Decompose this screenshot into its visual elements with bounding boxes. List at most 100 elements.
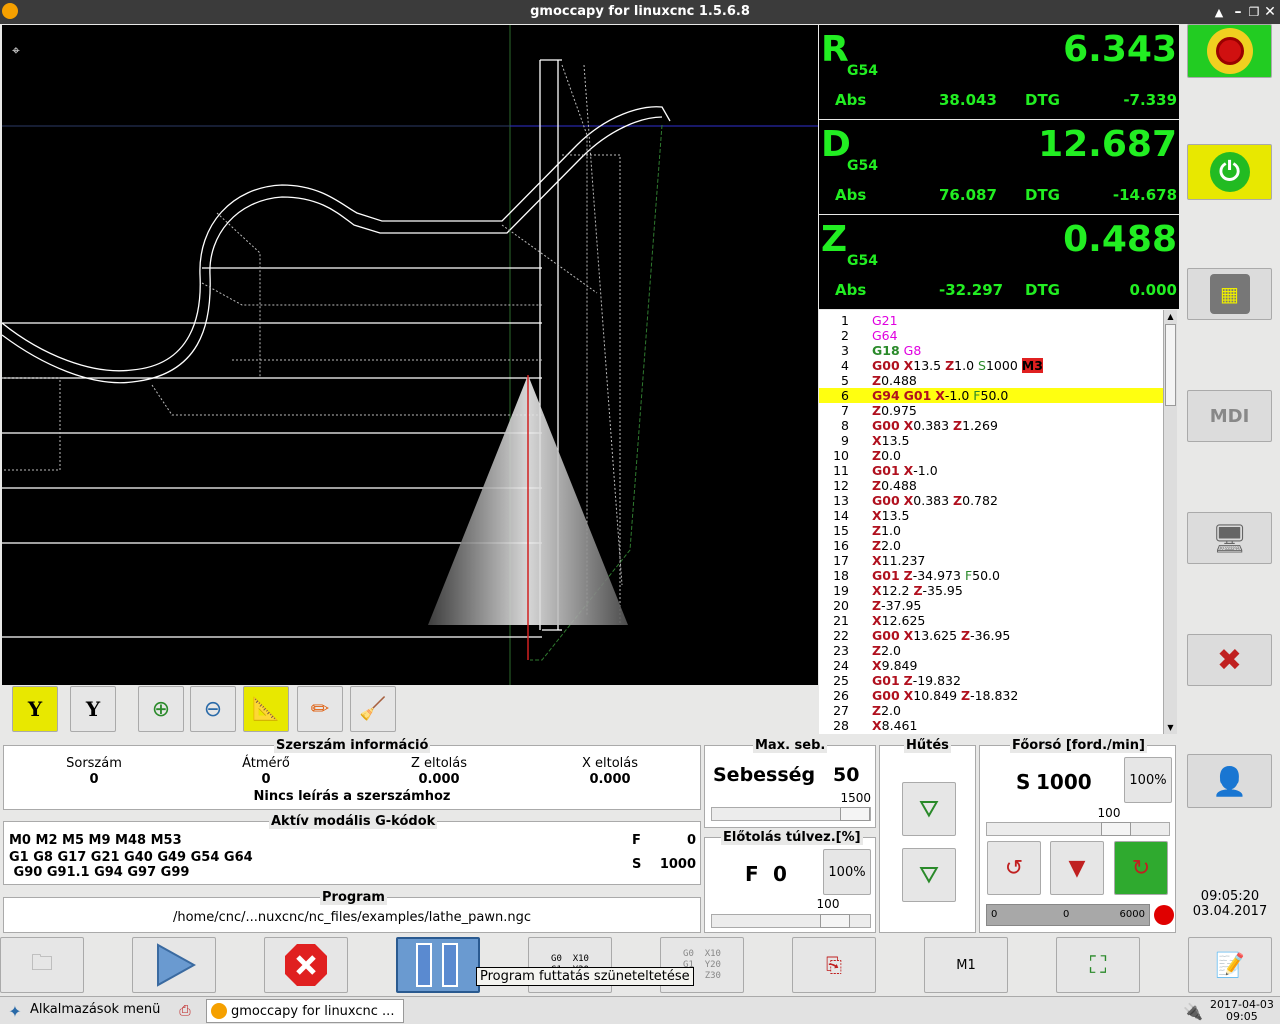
gcode-line[interactable]: 3 G18 G8 <box>819 343 1164 358</box>
gcode-line[interactable]: 17 X11.237 <box>819 553 1164 568</box>
dro-r[interactable]: R G54 6.343 Abs 38.043 DTG -7.339 <box>819 25 1179 119</box>
gcode-line[interactable]: 13 G00 X0.383 Z0.782 <box>819 493 1164 508</box>
slider-knob[interactable] <box>820 914 850 928</box>
maximize-icon[interactable]: ❐ <box>1246 2 1262 22</box>
gcode-line[interactable]: 24 X9.849 <box>819 658 1164 673</box>
pencil-icon: ✏ <box>310 696 330 722</box>
open-file-button[interactable]: 🗀 <box>0 937 84 993</box>
edit-button[interactable]: 📝 <box>1188 937 1272 993</box>
run-program-button[interactable] <box>132 937 216 993</box>
gcode-line[interactable]: 2 G64 <box>819 328 1164 343</box>
clock-date: 03.04.2017 <box>1192 904 1268 919</box>
spindle-reset-button[interactable]: 100% <box>1124 757 1172 803</box>
gcode-line[interactable]: 1 G21 <box>819 313 1164 328</box>
gcode-line[interactable]: 8 G00 X0.383 Z1.269 <box>819 418 1164 433</box>
pause-program-button[interactable] <box>396 937 480 993</box>
gcode-text: Z0.975 <box>872 403 917 418</box>
velocity-label: Sebesség <box>713 764 816 786</box>
gcode-line[interactable]: 28 X8.461 <box>819 718 1164 733</box>
y-view-icon: Y <box>27 697 43 721</box>
flood-coolant-button[interactable]: ⛛ <box>902 782 956 836</box>
bar-value: 0 <box>1063 909 1070 920</box>
emergency-stop-icon <box>1206 28 1253 74</box>
taskbar-window-item[interactable]: gmoccapy for linuxcnc ... <box>206 999 404 1023</box>
gcode-view[interactable]: 1 G21 2 G64 3 G18 G8 4 G00 X13.5 Z1.0 S1000 M3 5… <box>819 310 1177 734</box>
gcode-line[interactable]: 14 X13.5 <box>819 508 1164 523</box>
spindle-stop-button[interactable]: ▼ <box>1050 841 1104 895</box>
machine-power-button[interactable]: ⏻ <box>1187 144 1272 200</box>
dro-d[interactable]: D G54 12.687 Abs 76.087 DTG -14.678 <box>819 120 1179 214</box>
mdi-mode-button[interactable]: MDI <box>1187 390 1272 442</box>
gcode-line[interactable]: 11 G01 X-1.0 <box>819 463 1164 478</box>
toolpath-preview[interactable]: ⌖ <box>2 25 818 685</box>
spindle-slider-value: 100 <box>1097 806 1121 820</box>
view-y2-button[interactable]: Y <box>70 686 116 732</box>
spindle-forward-button[interactable]: ↻ <box>1114 841 1168 895</box>
gcode-line[interactable]: 20 Z-37.95 <box>819 598 1164 613</box>
line-number: 26 <box>833 688 849 703</box>
applications-menu[interactable]: Alkalmazások menü <box>30 1002 160 1017</box>
feed-reset-button[interactable]: 100% <box>823 849 871 895</box>
dro-z[interactable]: Z G54 0.488 Abs -32.297 DTG 0.000 <box>819 215 1179 309</box>
network-icon[interactable]: 🔌 <box>1182 1000 1204 1022</box>
spindle-stop-icon: ▼ <box>1068 855 1086 881</box>
gcode-line[interactable]: 21 X12.625 <box>819 613 1164 628</box>
scroll-up-icon[interactable]: ▲ <box>1164 310 1177 323</box>
show-dimensions-button[interactable]: 📐 <box>243 686 289 732</box>
gcode-line[interactable]: 10 Z0.0 <box>819 448 1164 463</box>
stop-program-button[interactable] <box>264 937 348 993</box>
gcode-line[interactable]: 9 X13.5 <box>819 433 1164 448</box>
gcode-line[interactable]: 27 Z2.0 <box>819 703 1164 718</box>
slider-knob[interactable] <box>840 807 870 821</box>
gcode-line[interactable]: 4 G00 X13.5 Z1.0 S1000 M3 <box>819 358 1164 373</box>
settings-button[interactable]: ✖ <box>1187 634 1272 686</box>
manual-mode-button[interactable]: ▦ <box>1187 268 1272 320</box>
user-tabs-button[interactable]: 👤 <box>1187 754 1272 808</box>
gcode-line[interactable]: 23 Z2.0 <box>819 643 1164 658</box>
scroll-thumb[interactable] <box>1165 324 1176 406</box>
z-offset-value: 0.000 <box>418 772 460 787</box>
view-y-button[interactable]: Y <box>12 686 58 732</box>
gcode-line[interactable]: 15 Z1.0 <box>819 523 1164 538</box>
origin-marker-icon: ⌖ <box>12 43 20 59</box>
gcode-line[interactable]: 5 Z0.488 <box>819 373 1164 388</box>
line-number: 24 <box>833 658 849 673</box>
gcode-scrollbar[interactable]: ▲ ▼ <box>1163 310 1177 734</box>
keep-above-icon[interactable]: ▲ <box>1210 2 1228 22</box>
close-icon[interactable]: ✕ <box>1262 2 1278 22</box>
line-number: 21 <box>833 613 849 628</box>
gcode-line[interactable]: 16 Z2.0 <box>819 538 1164 553</box>
estop-button[interactable] <box>1187 24 1272 78</box>
gcode-line[interactable]: 22 G00 X13.625 Z-36.95 <box>819 628 1164 643</box>
tool-number-value: 0 <box>89 772 99 787</box>
optional-stop-button[interactable]: M1 <box>924 937 1008 993</box>
zoom-out-button[interactable]: ⊖ <box>190 686 236 732</box>
gcode-line[interactable]: 7 Z0.975 <box>819 403 1164 418</box>
clear-plot-button[interactable]: 🧹 <box>350 686 396 732</box>
feed-override-slider[interactable] <box>711 914 871 928</box>
spindle-override-slider[interactable] <box>986 822 1170 836</box>
optional-block-delete-button[interactable]: ⎘ <box>792 937 876 993</box>
gcode-line[interactable]: 25 G01 Z-19.832 <box>819 673 1164 688</box>
auto-mode-button[interactable]: 🖥 <box>1187 512 1272 564</box>
gcode-line[interactable]: 6 G94 G01 X-1.0 F50.0 <box>819 388 1164 403</box>
spindle-reverse-button[interactable]: ↺ <box>987 841 1041 895</box>
gcode-text: G00 X13.625 Z-36.95 <box>872 628 1011 643</box>
gcode-line[interactable]: 18 G01 Z-34.973 F50.0 <box>819 568 1164 583</box>
gcode-line[interactable]: 12 Z0.488 <box>819 478 1164 493</box>
max-velocity-slider[interactable] <box>711 807 871 821</box>
minimize-icon[interactable]: – <box>1229 2 1247 22</box>
zoom-in-button[interactable]: ⊕ <box>138 686 184 732</box>
fullscreen-button[interactable]: ⛶ <box>1056 937 1140 993</box>
gcode-line[interactable]: 26 G00 X10.849 Z-18.832 <box>819 688 1164 703</box>
gcode-line[interactable]: 19 X12.2 Z-35.95 <box>819 583 1164 598</box>
mist-coolant-button[interactable]: ⛛ <box>902 848 956 902</box>
slider-knob[interactable] <box>1101 822 1131 836</box>
scroll-down-icon[interactable]: ▼ <box>1164 721 1177 734</box>
show-tool-path-button[interactable]: ✏ <box>297 686 343 732</box>
velocity-value: 50 <box>833 764 860 786</box>
speed-value: 1000 <box>659 857 696 872</box>
show-desktop-icon[interactable]: ⎙ <box>174 1001 196 1021</box>
abs-label: Abs <box>835 91 867 109</box>
tool-description: Nincs leírás a szerszámhoz <box>253 789 451 804</box>
